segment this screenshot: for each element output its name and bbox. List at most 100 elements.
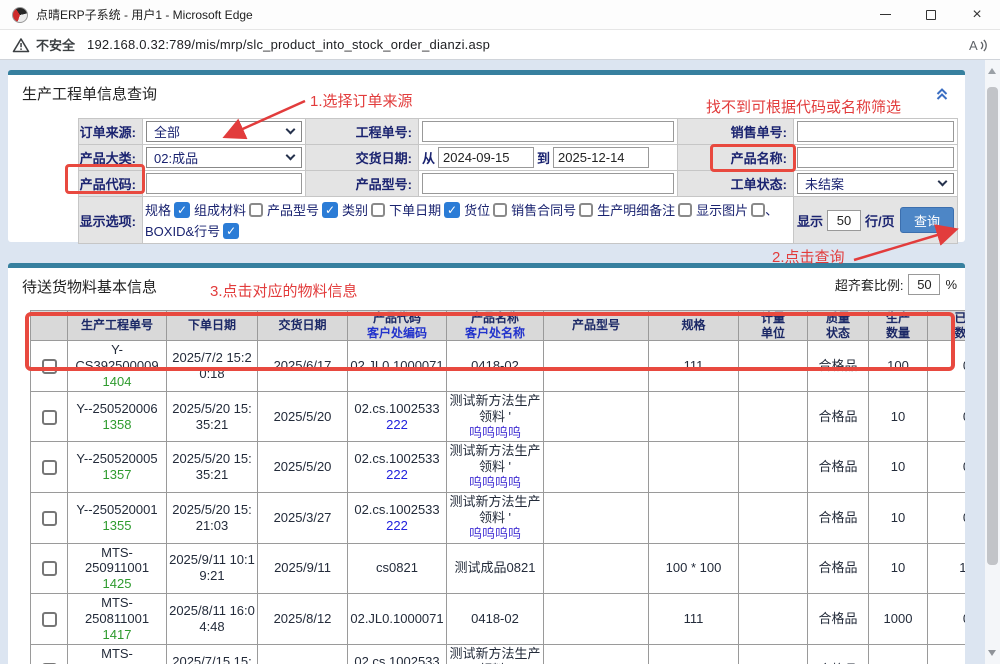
column-header: 质量状态 [808,311,869,341]
close-button[interactable]: × [954,0,1000,29]
cell-product-model [544,391,649,442]
display-option[interactable]: 规格✓ [145,200,190,219]
cell-spec [649,391,739,442]
product-category-label: 产品大类: [79,145,143,171]
warning-triangle-icon[interactable] [12,37,30,53]
cell-select [31,594,68,645]
cell-quality: 合格品 [808,644,869,664]
material-row[interactable]: MTS-25071500314132025/7/15 15:16:122025/… [31,644,966,664]
display-option[interactable]: 销售合同号 [511,200,593,219]
display-option[interactable]: 下单日期✓ [389,200,460,219]
column-header: 下单日期 [167,311,258,341]
row-checkbox[interactable] [42,410,57,425]
cell-select [31,341,68,392]
checkbox-unchecked-icon[interactable] [751,203,765,217]
ratio-control: 超齐套比例: 50 % [835,274,957,295]
checkbox-checked-icon[interactable]: ✓ [444,202,460,218]
scrollbar-thumb[interactable] [987,87,998,565]
delivery-date-label: 交货日期: [306,145,419,171]
cell-in-qty: 0 [928,644,966,664]
security-label[interactable]: 不安全 [36,35,75,54]
scrollbar-down-icon[interactable] [988,650,996,656]
row-checkbox[interactable] [42,359,57,374]
maximize-button[interactable] [908,0,954,29]
material-row[interactable]: Y--25052000513572025/5/20 15:35:212025/5… [31,442,966,493]
row-checkbox[interactable] [42,460,57,475]
cell-select [31,492,68,543]
cell-in-qty: 0 [928,391,966,442]
cell-unit [739,341,808,392]
query-panel-title: 生产工程单信息查询 [22,83,157,104]
sales-no-input[interactable] [797,121,954,142]
order-status-select[interactable]: 未结案 [797,173,954,194]
column-header: 产品代码客户处编码 [348,311,447,341]
material-row[interactable]: MTS-25081100114172025/8/11 16:04:482025/… [31,594,966,645]
checkbox-checked-icon[interactable]: ✓ [322,202,338,218]
window-title: 点晴ERP子系统 - 用户1 - Microsoft Edge [36,6,253,23]
scrollbar-up-icon[interactable] [988,68,996,74]
cell-order-date: 2025/5/20 15:35:21 [167,442,258,493]
cell-unit [739,543,808,594]
cell-delivery-date: 2025/5/20 [258,442,348,493]
display-option[interactable]: 显示图片、 [696,200,778,219]
grid-body: Y-CS39250000914042025/7/2 15:20:182025/6… [31,341,966,664]
product-name-input[interactable] [797,147,954,168]
checkbox-unchecked-icon[interactable] [371,203,385,217]
checkbox-unchecked-icon[interactable] [493,203,507,217]
project-no-input[interactable] [422,121,674,142]
checkbox-checked-icon[interactable]: ✓ [223,223,239,239]
cell-quality: 合格品 [808,391,869,442]
cell-product-code: 02.cs.1002533222 [348,644,447,664]
close-icon: × [972,7,981,23]
material-table-wrap: 生产工程单号下单日期交货日期产品代码客户处编码产品名称客户处名称产品型号规格计量… [30,310,965,664]
date-to-input[interactable]: 2025-12-14 [553,147,649,168]
display-option[interactable]: 组成材料 [194,200,263,219]
display-option[interactable]: BOXID&行号✓ [145,221,239,240]
display-option[interactable]: 类别 [342,200,385,219]
read-aloud-icon[interactable]: A [968,37,988,53]
row-checkbox[interactable] [42,561,57,576]
ratio-input[interactable]: 50 [908,274,940,295]
material-row[interactable]: Y--25052000613582025/5/20 15:35:212025/5… [31,391,966,442]
cell-quality: 合格品 [808,543,869,594]
material-row[interactable]: Y-CS39250000914042025/7/2 15:20:182025/6… [31,341,966,392]
display-option-label: 组成材料 [194,200,246,219]
page-scrollbar[interactable] [985,60,1000,664]
column-header: 产品名称客户处名称 [447,311,544,341]
checkbox-unchecked-icon[interactable] [579,203,593,217]
display-option[interactable]: 货位 [464,200,507,219]
material-row[interactable]: MTS-25091100114252025/9/11 10:19:212025/… [31,543,966,594]
cell-quality: 合格品 [808,442,869,493]
maximize-icon [926,10,936,20]
cell-order-no: Y-CS3925000091404 [68,341,167,392]
url-text[interactable]: 192.168.0.32:789/mis/mrp/slc_product_int… [87,37,490,52]
query-form: 订单来源: 全部 工程单号: 销售单号: 产品大类: 02:成品 交货日期: 从… [78,118,958,244]
column-header: 生产工程单号 [68,311,167,341]
column-header: 规格 [649,311,739,341]
cell-spec [649,492,739,543]
annotation-arrow-2 [848,222,963,264]
minimize-button[interactable] [862,0,908,29]
collapse-double-chevron-up-icon[interactable] [935,87,949,106]
product-code-input[interactable] [146,173,302,194]
display-option[interactable]: 生产明细备注 [597,200,692,219]
row-checkbox[interactable] [42,511,57,526]
checkbox-unchecked-icon[interactable] [678,203,692,217]
product-name-label: 产品名称: [678,145,794,171]
cell-in-qty: 0 [928,442,966,493]
display-option-label: 下单日期 [389,200,441,219]
material-row[interactable]: Y--25052000113552025/5/20 15:21:032025/3… [31,492,966,543]
row-checkbox[interactable] [42,612,57,627]
checkbox-checked-icon[interactable]: ✓ [174,202,190,218]
column-header: 交货日期 [258,311,348,341]
cell-spec [649,442,739,493]
cell-order-no: MTS-2508110011417 [68,594,167,645]
product-category-select[interactable]: 02:成品 [146,147,302,168]
display-option[interactable]: 产品型号✓ [267,200,338,219]
checkbox-unchecked-icon[interactable] [249,203,263,217]
cell-qty: 10 [869,492,928,543]
cell-spec: 111 [649,341,739,392]
date-from-input[interactable]: 2024-09-15 [438,147,534,168]
product-model-input[interactable] [422,173,674,194]
cell-order-date: 2025/7/15 15:16:12 [167,644,258,664]
